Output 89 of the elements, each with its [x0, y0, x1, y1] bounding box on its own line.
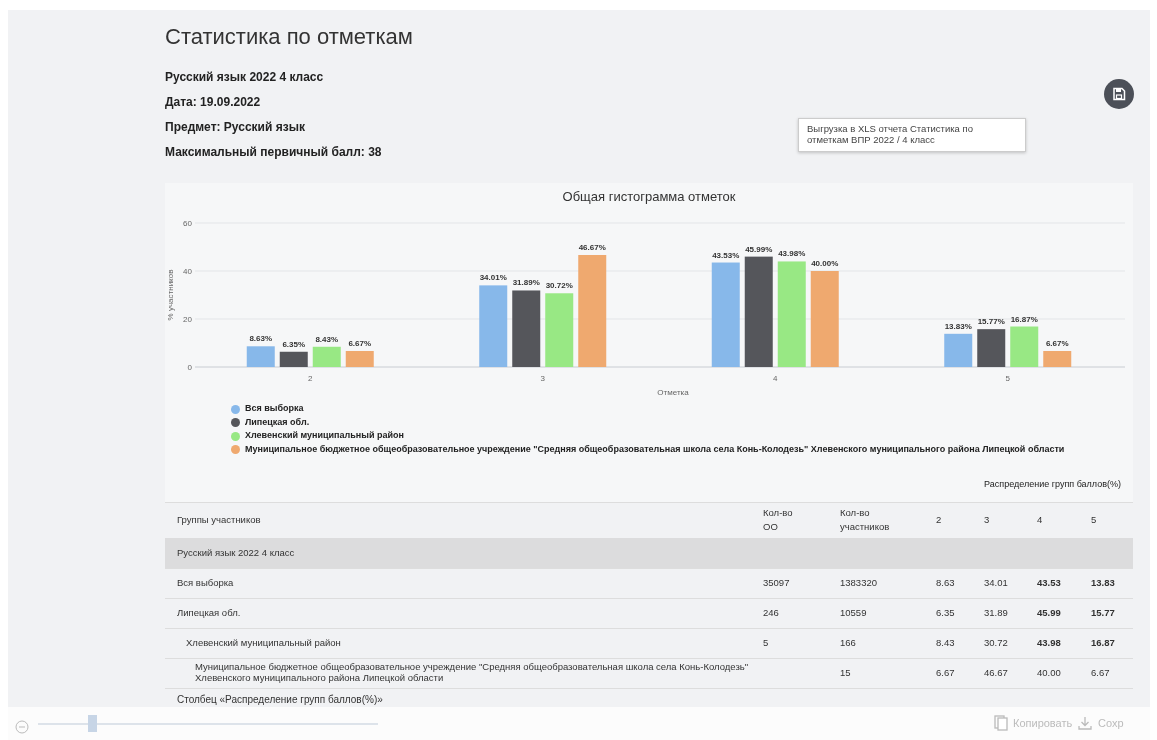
column-header: 4 [1037, 514, 1043, 526]
info-text: Максимальный первичный балл: 38 [165, 144, 382, 162]
table-cell: 13.83 [1091, 577, 1115, 589]
value-label: 34.01% [479, 273, 507, 283]
table-cell: Липецкая обл. [177, 607, 241, 619]
table-caption: Столбец «Распределение групп баллов(%)» [177, 693, 383, 705]
column-header: Кол-во ОО [763, 506, 794, 535]
table-cell: 30.72 [984, 637, 1008, 649]
value-label: 6.67% [348, 339, 372, 349]
value-label: 6.35% [282, 340, 306, 350]
column-group-header: Распределение групп баллов(%) [983, 478, 1122, 492]
chart-title: Общая гистограмма отметок [562, 189, 736, 205]
bar [345, 351, 374, 368]
value-label: 30.72% [545, 281, 573, 291]
value-label: 40.00% [811, 259, 839, 269]
column-header: 2 [936, 514, 942, 526]
column-header: Кол-во участников [840, 506, 891, 535]
copy-button[interactable]: Копировать [993, 714, 1074, 733]
table-cell: 40.00 [1037, 667, 1061, 679]
table-cell: 15.77 [1091, 607, 1115, 619]
section-row: Русский язык 2022 4 класс [165, 537, 1133, 568]
column-header: 3 [984, 514, 990, 526]
table-cell: 6.35 [936, 607, 955, 619]
table-cell: 10559 [840, 607, 867, 619]
value-label: 43.98% [778, 249, 806, 259]
table-cell-text: Муниципальное бюджетное общеобразовательное учреждение "Средняя общеобразовательная школа села Конь-Колодезь" Хлевенского муниципального района Липецкой области [195, 661, 750, 684]
y-tick-label: 40 [183, 267, 192, 277]
y-tick-label: 20 [183, 315, 192, 325]
table-cell: 8.43 [936, 637, 955, 649]
tooltip: Выгрузка в XLS отчета Статистика по отметкам ВПР 2022 / 4 класс [798, 118, 1026, 152]
bar [312, 347, 341, 368]
value-label: 43.53% [712, 250, 740, 260]
y-tick-label: 0 [187, 363, 192, 373]
value-label: 16.87% [1010, 314, 1038, 324]
save-button[interactable]: Сохр [1077, 714, 1125, 733]
value-label: 31.89% [512, 278, 540, 288]
bar [977, 329, 1006, 368]
zoom-out-icon[interactable] [15, 720, 29, 734]
legend-label: Липецкая обл. [245, 415, 310, 429]
table-cell: Хлевенский муниципальный район [186, 637, 341, 649]
x-tick-label: 4 [773, 374, 778, 384]
value-label: 6.67% [1045, 339, 1069, 349]
info-text: Русский язык 2022 4 класс [165, 69, 324, 87]
value-label: 46.67% [578, 243, 606, 253]
column-header: 5 [1091, 514, 1097, 526]
column-header: Группы участников [177, 514, 261, 526]
table-cell: 46.67 [984, 667, 1008, 679]
x-tick-label: 5 [1005, 374, 1010, 384]
value-label: 8.63% [249, 334, 273, 344]
bar [1043, 351, 1072, 368]
bar [246, 346, 275, 368]
save-icon[interactable] [1104, 79, 1134, 109]
x-axis-title: Отметка [657, 388, 689, 398]
download-icon [1078, 716, 1092, 731]
table-cell: 31.89 [984, 607, 1008, 619]
table-cell: 6.67 [936, 667, 955, 679]
y-axis-title: % участников [166, 270, 175, 321]
table-cell: 166 [840, 637, 856, 649]
table-cell: 246 [763, 607, 779, 619]
y-tick-label: 60 [183, 219, 192, 229]
table-cell: 15 [840, 667, 851, 679]
table-cell: 34.01 [984, 577, 1008, 589]
table-cell: 1383320 [840, 577, 877, 589]
table-cell: 8.63 [936, 577, 955, 589]
table-cell: 5 [763, 637, 769, 649]
value-label: 13.83% [944, 322, 972, 332]
bar [944, 334, 973, 368]
legend-label: Вся выборка [245, 402, 304, 416]
legend-label: Муниципальное бюджетное общеобразовательное учреждение "Средняя общеобразовательная школа села Конь-Колодезь" Хлевенского муниципального района Липецкой области [245, 442, 1065, 456]
table-cell: 43.53 [1037, 577, 1061, 589]
value-label: 8.43% [315, 335, 339, 345]
table-cell: 45.99 [1037, 607, 1061, 619]
legend-label: Хлевенский муниципальный район [245, 429, 404, 443]
bar [1010, 326, 1039, 368]
value-label: 45.99% [745, 245, 773, 254]
table-cell: 6.67 [1091, 667, 1110, 679]
info-text: Предмет: Русский язык [165, 119, 305, 137]
bar [279, 352, 308, 368]
copy-icon [994, 715, 1008, 732]
slider-thumb[interactable] [87, 715, 97, 732]
table-cell: Вся выборка [177, 577, 234, 589]
x-tick-label: 3 [540, 374, 545, 384]
table-cell: 35097 [763, 577, 790, 589]
table-cell: 43.98 [1037, 637, 1061, 649]
value-label: 15.77% [977, 317, 1005, 327]
info-text: Дата: 19.09.2022 [165, 94, 261, 112]
x-tick-label: 2 [308, 374, 313, 384]
page-title: Статистика по отметкам [165, 24, 414, 51]
table-cell: 16.87 [1091, 637, 1115, 649]
